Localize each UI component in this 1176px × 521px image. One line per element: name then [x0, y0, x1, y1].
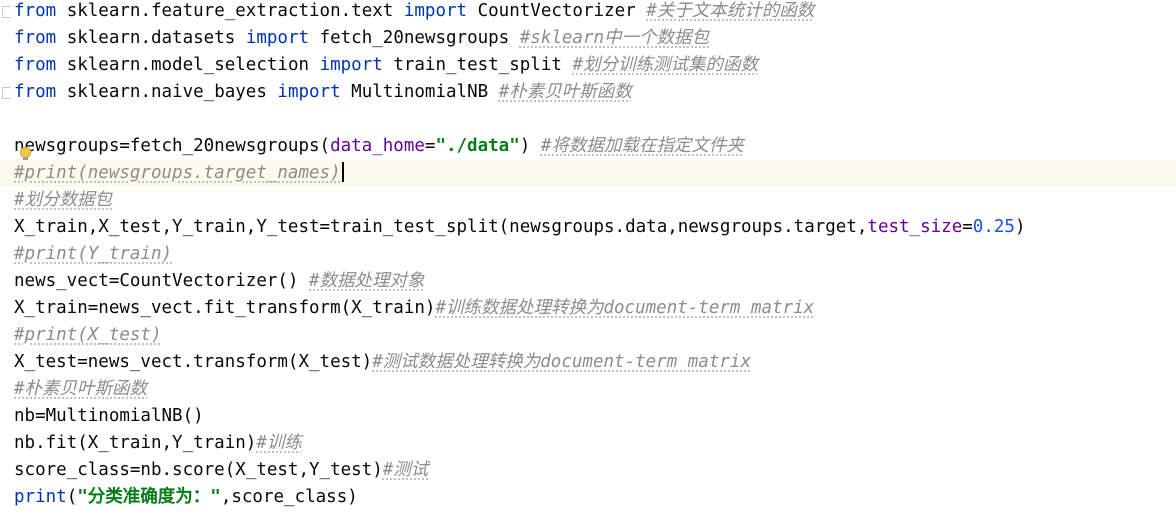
- code-token-plain: news_vect=CountVectorizer(): [14, 271, 310, 291]
- code-line[interactable]: newsgroups=fetch_20newsgroups(data_home=…: [0, 133, 1176, 160]
- code-line[interactable]: from sklearn.model_selection import trai…: [0, 52, 1176, 79]
- code-token-plain: fetch_20newsgroups: [309, 28, 520, 48]
- code-text: from sklearn.model_selection import trai…: [14, 52, 758, 79]
- code-token-comment: #划分训练测试集的函数: [572, 55, 758, 75]
- code-token-param: test_size: [867, 217, 963, 237]
- code-token-plain: newsgroups=fetch_20newsgroups(: [14, 136, 331, 156]
- code-line[interactable]: from sklearn.feature_extraction.text imp…: [0, 0, 1176, 25]
- code-text: #print(newsgroups.target_names): [14, 160, 344, 187]
- fold-marker-icon[interactable]: [2, 87, 11, 99]
- code-token-comment: #print(X_test): [14, 325, 162, 345]
- code-token-comment: #测试: [382, 460, 429, 480]
- code-line[interactable]: #print(newsgroups.target_names): [0, 160, 1176, 187]
- code-line[interactable]: #print(X_test): [0, 322, 1176, 349]
- code-text: score_class=nb.score(X_test,Y_test)#测试: [14, 457, 428, 484]
- code-token-kw: from: [14, 55, 57, 75]
- code-token-kw: import: [319, 55, 383, 75]
- code-token-plain: =: [962, 217, 973, 237]
- code-token-plain: sklearn.datasets: [56, 28, 246, 48]
- code-text: #print(Y_train): [14, 241, 172, 268]
- code-text: from sklearn.datasets import fetch_20new…: [14, 25, 709, 52]
- code-line[interactable]: news_vect=CountVectorizer() #数据处理对象: [0, 268, 1176, 295]
- code-token-plain: X_test=news_vect.transform(X_test): [14, 352, 373, 372]
- code-text: #print(X_test): [14, 322, 162, 349]
- code-text: X_test=news_vect.transform(X_test)#测试数据处…: [14, 349, 751, 376]
- code-line[interactable]: #朴素贝叶斯函数: [0, 376, 1176, 403]
- code-token-plain: sklearn.feature_extraction.text: [56, 1, 404, 21]
- lightbulb-icon[interactable]: [20, 147, 31, 160]
- code-text: #划分数据包: [14, 187, 112, 214]
- code-line[interactable]: X_test=news_vect.transform(X_test)#测试数据处…: [0, 349, 1176, 376]
- code-token-kw: from: [14, 82, 57, 102]
- code-line[interactable]: from sklearn.naive_bayes import Multinom…: [0, 79, 1176, 106]
- code-line[interactable]: X_train,X_test,Y_train,Y_test=train_test…: [0, 214, 1176, 241]
- code-text: nb.fit(X_train,Y_train)#训练: [14, 430, 302, 457]
- code-line[interactable]: nb.fit(X_train,Y_train)#训练: [0, 430, 1176, 457]
- code-token-kw: from: [14, 28, 57, 48]
- code-token-plain: score_class=nb.score(X_test,Y_test): [14, 460, 383, 480]
- code-token-comment: #将数据加载在指定文件夹: [540, 136, 744, 156]
- code-token-plain: nb.fit(X_train,Y_train): [14, 433, 257, 453]
- code-line[interactable]: [0, 106, 1176, 133]
- code-text: #朴素贝叶斯函数: [14, 376, 147, 403]
- code-token-plain: ): [519, 136, 541, 156]
- code-line[interactable]: score_class=nb.score(X_test,Y_test)#测试: [0, 457, 1176, 484]
- code-text: newsgroups=fetch_20newsgroups(data_home=…: [14, 133, 744, 160]
- code-token-param: data_home: [330, 136, 425, 156]
- code-token-str: "分类准确度为：": [77, 487, 221, 507]
- code-token-plain: nb=MultinomialNB(): [14, 406, 204, 426]
- code-token-plain: (: [66, 487, 78, 507]
- code-token-comment: #sklearn中一个数据包: [519, 28, 710, 48]
- code-token-kw: import: [403, 1, 468, 21]
- code-token-plain: sklearn.model_selection: [56, 55, 320, 75]
- code-token-plain: train_test_split: [382, 55, 573, 75]
- code-text: X_train=news_vect.fit_transform(X_train)…: [14, 295, 814, 322]
- code-token-plain: ,score_class): [220, 487, 358, 507]
- code-token-plain: ): [1014, 217, 1026, 237]
- code-token-kw: print: [14, 487, 67, 507]
- code-token-comment: #划分数据包: [14, 190, 113, 210]
- code-line[interactable]: from sklearn.datasets import fetch_20new…: [0, 25, 1176, 52]
- code-token-plain: X_train,X_test,Y_train,Y_test=train_test…: [14, 217, 868, 237]
- code-token-comment: #朴素贝叶斯函数: [498, 82, 632, 102]
- code-token-plain: X_train=news_vect.fit_transform(X_train): [14, 298, 436, 318]
- code-editor[interactable]: from sklearn.feature_extraction.text imp…: [0, 0, 1176, 521]
- code-token-plain: =: [424, 136, 436, 156]
- code-token-comment: #训练: [256, 433, 302, 453]
- code-token-kw: import: [245, 28, 310, 48]
- code-token-plain: sklearn.naive_bayes: [56, 82, 278, 102]
- fold-marker-icon[interactable]: [2, 6, 11, 18]
- code-line[interactable]: nb=MultinomialNB(): [0, 403, 1176, 430]
- code-token-comment: #训练数据处理转换为document-term matrix: [435, 298, 815, 318]
- code-line[interactable]: X_train=news_vect.fit_transform(X_train)…: [0, 295, 1176, 322]
- code-text: print("分类准确度为：",score_class): [14, 484, 358, 511]
- code-text: from sklearn.naive_bayes import Multinom…: [14, 79, 632, 106]
- code-token-comment: #print(newsgroups.target_names): [14, 163, 341, 183]
- code-text: nb=MultinomialNB(): [14, 403, 204, 430]
- code-token-comment: #数据处理对象: [309, 271, 425, 291]
- code-token-kw: import: [277, 82, 341, 102]
- code-token-comment: #print(Y_train): [14, 244, 173, 264]
- code-token-plain: MultinomialNB: [340, 82, 499, 102]
- code-token-comment: #测试数据处理转换为document-term matrix: [372, 352, 751, 372]
- code-token-kw: from: [14, 1, 57, 21]
- code-text: from sklearn.feature_extraction.text imp…: [14, 0, 814, 25]
- code-line[interactable]: #print(Y_train): [0, 241, 1176, 268]
- code-token-str: "./data": [435, 136, 520, 156]
- code-token-plain: CountVectorizer: [467, 1, 647, 21]
- code-text: X_train,X_test,Y_train,Y_test=train_test…: [14, 214, 1026, 241]
- code-token-num: 0.25: [972, 217, 1015, 237]
- text-caret: [341, 162, 344, 182]
- code-text: news_vect=CountVectorizer() #数据处理对象: [14, 268, 425, 295]
- code-line[interactable]: #划分数据包: [0, 187, 1176, 214]
- code-line[interactable]: print("分类准确度为：",score_class): [0, 484, 1176, 511]
- code-token-comment: #关于文本统计的函数: [646, 1, 815, 21]
- code-token-comment: #朴素贝叶斯函数: [14, 379, 148, 399]
